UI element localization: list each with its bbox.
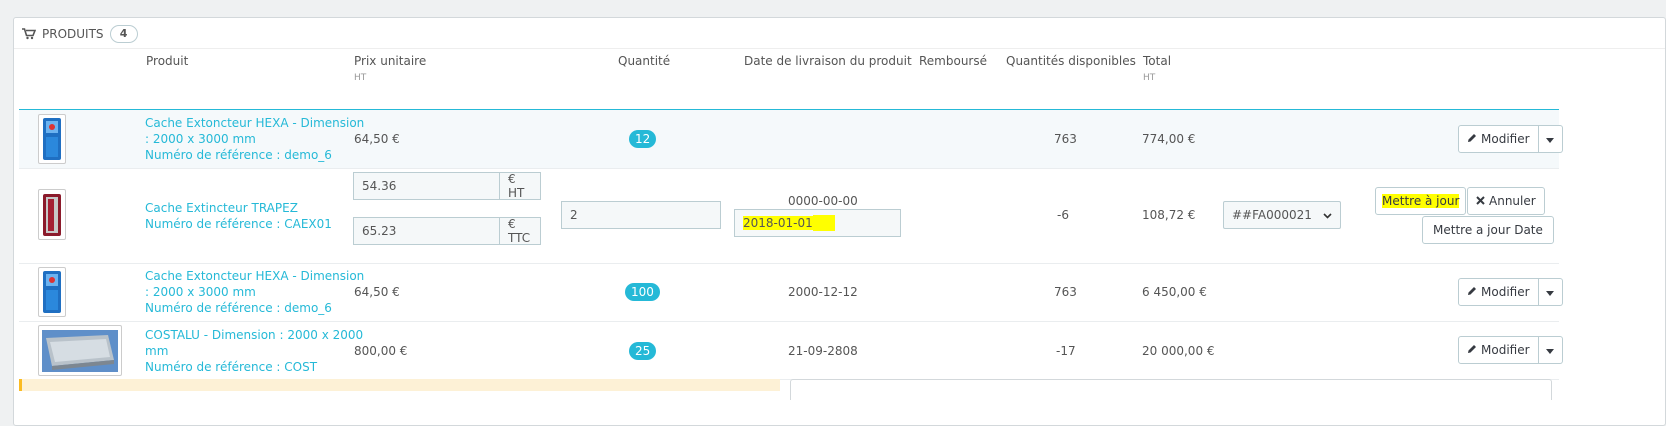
modify-button[interactable]: Modifier <box>1458 336 1539 364</box>
invoice-select[interactable]: ##FA000021 <box>1223 201 1341 229</box>
delivery-date: 2000-12-12 <box>788 285 858 299</box>
price-ht-unit: € HT <box>500 172 541 200</box>
product-thumbnail[interactable] <box>38 267 66 317</box>
quantity-badge: 100 <box>625 283 660 301</box>
quantity-badge: 25 <box>629 342 657 360</box>
column-header-total: Total HT <box>1143 54 1172 83</box>
column-header-date: Date de livraison du produit <box>744 54 912 68</box>
delivery-date-current: 0000-00-00 <box>788 194 858 208</box>
line-total: 108,72 € <box>1142 208 1196 222</box>
product-name-link[interactable]: Cache Extoncteur HEXA - Dimension : 2000… <box>145 268 364 316</box>
delivery-date-input[interactable]: 2018-01-01 <box>734 209 901 237</box>
price-ttc-group: 65.23 € TTC <box>353 217 541 245</box>
delivery-date: 21-09-2808 <box>788 344 858 358</box>
caret-down-icon <box>1546 132 1555 146</box>
column-header-prix: Prix unitaire HT <box>354 54 427 83</box>
line-total: 6 450,00 € <box>1142 285 1207 299</box>
unit-price: 800,00 € <box>354 344 408 358</box>
modify-dropdown-toggle[interactable] <box>1538 125 1563 153</box>
modify-button-group: Modifier <box>1458 336 1563 364</box>
product-thumbnail[interactable] <box>38 325 122 376</box>
panel-title: PRODUITS <box>42 27 104 41</box>
available-quantity: -6 <box>1057 208 1069 222</box>
pencil-icon <box>1467 132 1477 146</box>
modify-dropdown-toggle[interactable] <box>1538 278 1563 306</box>
unit-price: 64,50 € <box>354 132 400 146</box>
product-thumbnail[interactable] <box>38 114 66 164</box>
product-name-link[interactable]: COSTALU - Dimension : 2000 x 2000 mm Num… <box>145 327 363 375</box>
product-thumbnail[interactable] <box>38 189 66 240</box>
cancel-button[interactable]: Annuler <box>1467 187 1545 215</box>
price-ttc-input[interactable]: 65.23 <box>353 217 500 245</box>
available-quantity: -17 <box>1056 344 1076 358</box>
update-date-button[interactable]: Mettre a jour Date <box>1422 216 1554 244</box>
modify-button-group: Modifier <box>1458 278 1563 306</box>
line-total: 774,00 € <box>1142 132 1196 146</box>
column-header-rembourse: Remboursé <box>919 54 988 68</box>
caret-down-icon <box>1546 343 1555 357</box>
caret-down-icon <box>1546 285 1555 299</box>
pencil-icon <box>1467 285 1477 299</box>
line-total: 20 000,00 € <box>1142 344 1215 358</box>
product-count-badge: 4 <box>109 25 138 43</box>
column-header-quantite: Quantité <box>618 54 671 68</box>
product-name-link[interactable]: Cache Extoncteur HEXA - Dimension : 2000… <box>145 115 364 163</box>
modify-button[interactable]: Modifier <box>1458 278 1539 306</box>
modify-dropdown-toggle[interactable] <box>1538 336 1563 364</box>
close-icon <box>1476 194 1485 208</box>
column-header-disponibles: Quantités disponibles <box>1006 54 1136 68</box>
available-quantity: 763 <box>1054 132 1077 146</box>
available-quantity: 763 <box>1054 285 1077 299</box>
chevron-down-icon <box>1323 208 1332 222</box>
modify-button[interactable]: Modifier <box>1458 125 1539 153</box>
column-header-produit: Produit <box>146 54 189 68</box>
shopping-cart-icon <box>22 28 36 40</box>
quantity-badge: 12 <box>629 130 657 148</box>
price-ht-input[interactable]: 54.36 <box>353 172 500 200</box>
pencil-icon <box>1467 343 1477 357</box>
price-ht-group: 54.36 € HT <box>353 172 541 200</box>
quantity-input[interactable]: 2 <box>561 201 721 229</box>
product-name-link[interactable]: Cache Extincteur TRAPEZ Numéro de référe… <box>145 200 332 232</box>
warning-panel <box>19 379 780 391</box>
update-button[interactable]: Mettre à jour <box>1375 187 1467 215</box>
summary-panel <box>790 379 1552 400</box>
heading-divider <box>14 48 1665 49</box>
modify-button-group: Modifier <box>1458 125 1563 153</box>
price-ttc-unit: € TTC <box>500 217 541 245</box>
unit-price: 64,50 € <box>354 285 400 299</box>
panel-heading: PRODUITS 4 <box>22 24 138 44</box>
